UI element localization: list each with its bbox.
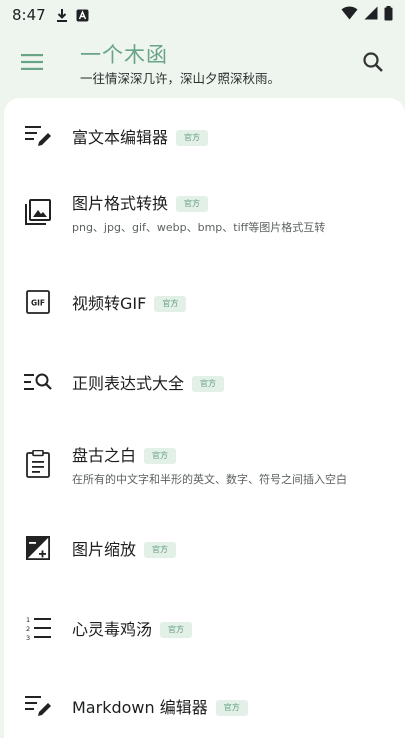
official-badge: 官方: [176, 196, 209, 212]
official-badge: 官方: [160, 622, 193, 638]
official-badge: 官方: [176, 130, 209, 146]
tool-item-toxic-soup[interactable]: 123 心灵毒鸡汤 官方: [4, 600, 405, 660]
tool-item-image-resize[interactable]: 图片缩放 官方: [4, 520, 405, 580]
tool-name: 视频转GIF: [72, 294, 147, 313]
tool-name: 图片缩放: [72, 540, 137, 559]
tool-name: 富文本编辑器: [72, 128, 169, 147]
app-title: 一个木函: [80, 42, 168, 67]
svg-text:GIF: GIF: [31, 299, 45, 308]
search-icon: [362, 51, 384, 77]
svg-text:2: 2: [26, 625, 30, 633]
tool-item-regex[interactable]: 正则表达式大全 官方: [4, 354, 405, 414]
image-resize-icon: [25, 535, 51, 564]
tool-name: 心灵毒鸡汤: [72, 620, 153, 639]
tool-list: 富文本编辑器 官方 图片格式转换 官方 png、jpg、gif、webp、bmp…: [4, 98, 405, 738]
clipboard-icon: [26, 449, 50, 482]
official-badge: 官方: [215, 700, 248, 716]
official-badge: 官方: [144, 542, 177, 558]
menu-button[interactable]: [0, 32, 64, 96]
tool-item-markdown-editor[interactable]: Markdown 编辑器 官方: [4, 678, 405, 738]
app-subtitle: 一往情深深几许，深山夕照深秋雨。: [80, 70, 281, 86]
image-format-icon: [25, 199, 51, 229]
status-bar: 8:47: [0, 0, 405, 30]
markdown-editor-icon: [25, 694, 51, 722]
official-badge: 官方: [192, 376, 225, 392]
status-time: 8:47: [12, 6, 46, 24]
tool-item-video-to-gif[interactable]: GIF 视频转GIF 官方: [4, 274, 405, 334]
menu-icon: [21, 54, 43, 74]
tool-name: 图片格式转换: [72, 194, 169, 213]
tool-name: 正则表达式大全: [72, 374, 185, 393]
regex-search-icon: [24, 371, 52, 397]
signal-icon: [364, 6, 378, 24]
tool-name: Markdown 编辑器: [72, 698, 208, 717]
search-button[interactable]: [345, 36, 401, 92]
tool-item-rich-text-editor[interactable]: 富文本编辑器 官方: [4, 108, 405, 168]
tool-description: png、jpg、gif、webp、bmp、tiff等图片格式互转: [72, 221, 326, 234]
battery-icon: [384, 5, 393, 25]
download-icon: [56, 8, 68, 22]
tool-name: 盘古之白: [72, 446, 137, 465]
numbered-list-icon: 123: [25, 615, 51, 645]
rich-text-editor-icon: [25, 124, 51, 152]
app-bar: 一个木函 一往情深深几许，深山夕照深秋雨。: [0, 30, 405, 98]
tool-item-pangu[interactable]: 盘古之白 官方 在所有的中文字和半形的英文、数字、符号之间插入空白: [4, 436, 405, 496]
tool-item-image-format[interactable]: 图片格式转换 官方 png、jpg、gif、webp、bmp、tiff等图片格式…: [4, 184, 405, 244]
tool-description: 在所有的中文字和半形的英文、数字、符号之间插入空白: [72, 473, 347, 486]
official-badge: 官方: [144, 448, 177, 464]
gif-icon: GIF: [26, 290, 50, 318]
wifi-icon: [341, 6, 358, 24]
app-notification-icon: [76, 9, 89, 22]
svg-text:3: 3: [26, 634, 30, 641]
svg-text:1: 1: [26, 616, 30, 624]
official-badge: 官方: [154, 296, 187, 312]
